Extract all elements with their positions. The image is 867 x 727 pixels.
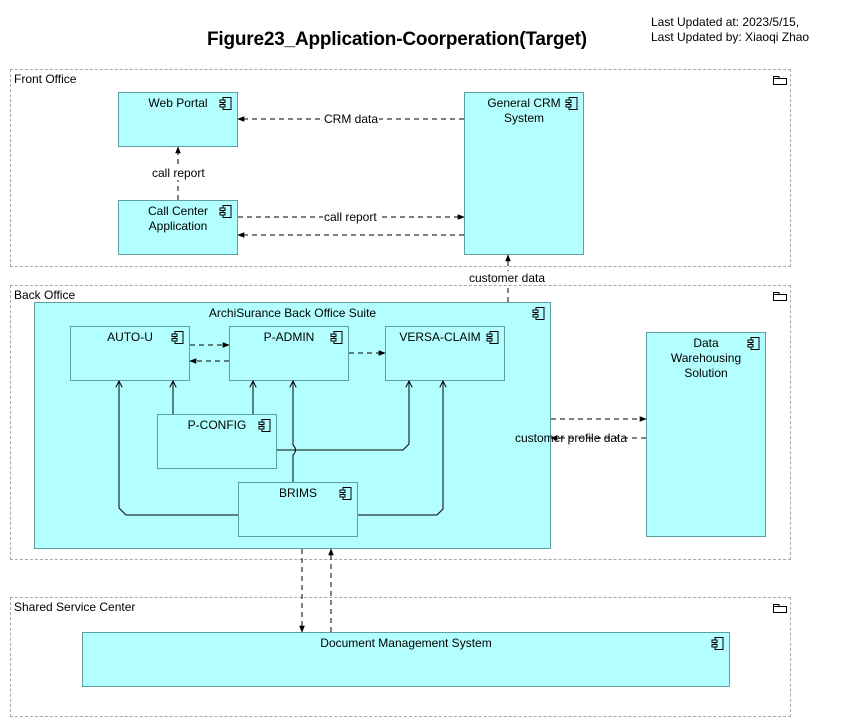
edge-label-call-report-vertical: call report [151,166,206,180]
component-call-center-application[interactable]: Call Center Application [118,200,238,255]
component-icon [486,331,499,344]
component-label: Document Management System [320,636,492,650]
component-icon [532,307,545,320]
component-document-management-system[interactable]: Document Management System [82,632,730,687]
edge-label-crm-data: CRM data [323,112,380,126]
edge-label-customer-profile-data: customer profile data [515,431,628,445]
component-p-config[interactable]: P-CONFIG [157,414,277,469]
component-icon [339,487,352,500]
edge-label-call-report-horizontal: call report [323,210,378,224]
component-versa-claim[interactable]: VERSA-CLAIM [385,326,505,381]
component-icon [219,97,232,110]
package-icon [773,292,787,301]
group-label: Back Office [14,288,76,302]
component-icon [711,637,724,650]
last-updated-by: Last Updated by: Xiaoqi Zhao [651,30,810,44]
component-brims[interactable]: BRIMS [238,482,358,537]
group-label: Front Office [14,72,77,86]
component-p-admin[interactable]: P-ADMIN [229,326,349,381]
package-icon [773,76,787,85]
component-general-crm-system[interactable]: General CRM System [464,92,584,255]
component-data-warehousing-solution[interactable]: Data Warehousing Solution [646,332,766,537]
component-icon [258,419,271,432]
component-auto-u[interactable]: AUTO-U [70,326,190,381]
component-icon [330,331,343,344]
component-icon [219,205,232,218]
group-label: Shared Service Center [14,600,136,614]
edge-label-customer-data: customer data [468,271,547,285]
last-updated-at: Last Updated at: 2023/5/15, [651,15,800,29]
component-icon [565,97,578,110]
diagram-title: Figure23_Application-Coorperation(Target… [207,29,587,50]
component-label: ArchiSurance Back Office Suite [208,306,377,320]
component-web-portal[interactable]: Web Portal [118,92,238,147]
component-icon [747,337,760,350]
update-meta: Last Updated at: 2023/5/15, Last Updated… [651,15,809,45]
package-icon [773,604,787,613]
component-icon [171,331,184,344]
